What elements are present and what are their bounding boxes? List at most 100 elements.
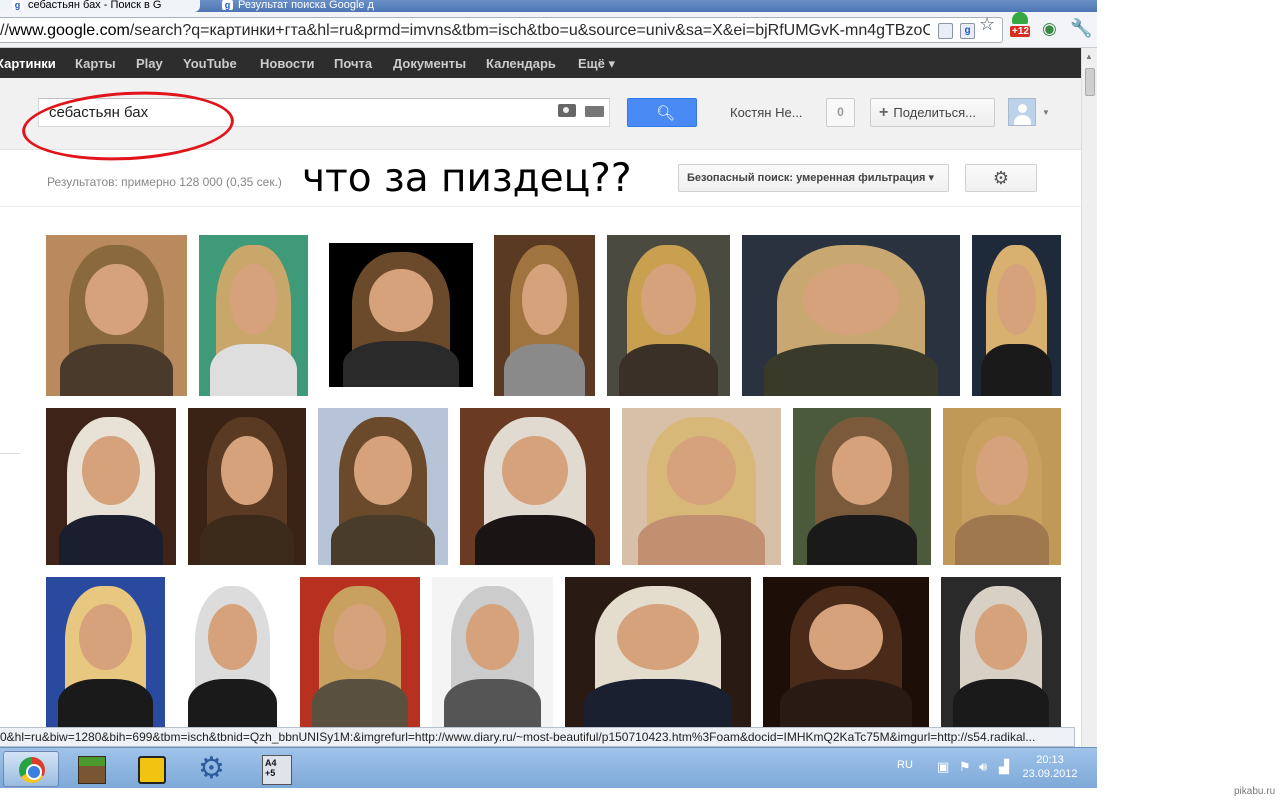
- image-thumbnail[interactable]: [46, 235, 187, 396]
- gbar-item-docs[interactable]: Документы: [393, 56, 466, 71]
- image-thumbnail[interactable]: [972, 235, 1061, 396]
- divider: [0, 453, 20, 454]
- system-tray: RU ▣ ⚑ 🔊︎ ▟ 20:13 23.09.2012: [857, 748, 1097, 789]
- thumbnail-face: [522, 263, 567, 335]
- page-action-icon[interactable]: [938, 23, 953, 39]
- google-extension-icon[interactable]: g: [960, 23, 975, 39]
- chrome-icon: [19, 757, 45, 783]
- tab-active[interactable]: g себастьян бах - Поиск в G: [0, 0, 200, 12]
- language-indicator[interactable]: RU: [897, 759, 913, 771]
- url-prefix: //: [0, 22, 9, 39]
- share-button[interactable]: + Поделиться...: [870, 98, 995, 127]
- thumbnail-body: [779, 679, 913, 727]
- image-thumbnail[interactable]: [793, 408, 931, 565]
- search-button[interactable]: 🔍︎: [627, 98, 697, 127]
- image-thumbnail[interactable]: [329, 243, 473, 387]
- gbar-item-news[interactable]: Новости: [260, 56, 315, 71]
- chevron-down-icon[interactable]: ▼: [1042, 108, 1050, 117]
- scrollbar-thumb[interactable]: [1085, 68, 1095, 96]
- tab-title: Результат поиска Google д: [238, 0, 374, 11]
- taskbar-settings-app[interactable]: ⚙: [186, 751, 242, 787]
- settings-button[interactable]: ⚙: [965, 164, 1037, 192]
- gbar-item-more[interactable]: Ещё ▾: [578, 56, 615, 72]
- url-path: /search?q=картинки+гта&hl=ru&prmd=imvns&…: [129, 22, 930, 39]
- taskbar-minecraft[interactable]: [64, 751, 120, 787]
- thumbnail-face: [641, 263, 696, 335]
- image-thumbnail[interactable]: [188, 408, 306, 565]
- image-thumbnail[interactable]: [763, 577, 929, 727]
- clock[interactable]: 20:13 23.09.2012: [1015, 753, 1085, 781]
- windows-taskbar: ⚙ A4 +5 RU ▣ ⚑ 🔊︎ ▟ 20:13 23.09.2012: [0, 747, 1097, 788]
- right-margin: [1097, 0, 1280, 800]
- eye-icon[interactable]: ◉: [1042, 19, 1057, 39]
- volume-icon[interactable]: 🔊︎: [979, 760, 993, 774]
- thumbnail-face: [354, 436, 412, 506]
- taskbar-document-app[interactable]: A4 +5: [248, 751, 304, 787]
- gbar-item-play[interactable]: Play: [136, 56, 163, 71]
- thumbnail-face: [809, 604, 883, 670]
- taskbar-app[interactable]: [124, 751, 180, 787]
- thumbnail-face: [85, 263, 148, 335]
- image-thumbnail[interactable]: [941, 577, 1061, 727]
- image-thumbnail[interactable]: [943, 408, 1061, 565]
- thumbnail-body: [806, 514, 918, 565]
- image-thumbnail[interactable]: [46, 408, 176, 565]
- thumbnail-body: [475, 514, 595, 565]
- camera-icon[interactable]: [558, 104, 576, 117]
- screen: g себастьян бах - Поиск в G g Результат …: [0, 0, 1280, 800]
- gbar-item-images[interactable]: Картинки: [0, 56, 56, 71]
- avatar[interactable]: [1008, 98, 1036, 126]
- magnifier-icon: 🔍︎: [656, 105, 676, 122]
- image-thumbnail[interactable]: [622, 408, 781, 565]
- safe-search-button[interactable]: Безопасный поиск: умеренная фильтрация ▾: [678, 164, 949, 192]
- clock-date: 23.09.2012: [1022, 768, 1078, 780]
- flag-icon[interactable]: ⚑: [959, 760, 973, 774]
- image-thumbnail[interactable]: [494, 235, 595, 396]
- thumbnail-face: [79, 604, 132, 670]
- thumbnail-face: [229, 263, 278, 335]
- address-bar[interactable]: //www.google.com/search?q=картинки+гта&h…: [0, 17, 1003, 43]
- gear-icon: ⚙: [992, 168, 1010, 188]
- user-name[interactable]: Костян Не...: [730, 105, 803, 120]
- status-bar-url: 0&hl=ru&biw=1280&bih=699&tbm=isch&tbnid=…: [0, 727, 1075, 747]
- url-text[interactable]: //www.google.com/search?q=картинки+гта&h…: [0, 22, 930, 40]
- tab-inactive[interactable]: g Результат поиска Google д: [210, 0, 390, 12]
- network-icon[interactable]: ▟: [999, 760, 1013, 774]
- thumbnail-face: [996, 263, 1037, 335]
- thumbnail-face: [502, 436, 568, 506]
- thumbnail-body: [209, 344, 298, 396]
- gbar-item-calendar[interactable]: Календарь: [486, 56, 556, 71]
- extension-badge[interactable]: +12: [1010, 12, 1030, 42]
- annotation-text: что за пиздец??: [302, 156, 632, 201]
- image-thumbnail[interactable]: [300, 577, 420, 727]
- thumbnail-face: [976, 436, 1028, 506]
- tab-title: себастьян бах - Поиск в G: [28, 0, 162, 11]
- thumbnail-face: [465, 604, 520, 670]
- notifications-button[interactable]: 0: [826, 98, 855, 127]
- thumbnail-face: [803, 263, 899, 335]
- image-thumbnail[interactable]: [607, 235, 730, 396]
- image-thumbnail[interactable]: [742, 235, 960, 396]
- minecraft-icon: [78, 756, 106, 784]
- device-icon[interactable]: ▣: [937, 760, 951, 774]
- google-favicon-icon: g: [222, 0, 233, 10]
- gbar-item-mail[interactable]: Почта: [334, 56, 372, 71]
- page-scrollbar[interactable]: ▲: [1081, 48, 1097, 747]
- url-host: www.google.com: [8, 22, 130, 39]
- keyboard-icon[interactable]: [585, 106, 604, 117]
- image-thumbnail[interactable]: [177, 577, 288, 727]
- wrench-icon[interactable]: 🔧: [1070, 18, 1092, 39]
- image-thumbnail[interactable]: [432, 577, 553, 727]
- image-thumbnail[interactable]: [199, 235, 308, 396]
- image-thumbnail[interactable]: [318, 408, 448, 565]
- image-thumbnail[interactable]: [565, 577, 751, 727]
- taskbar-chrome[interactable]: [3, 751, 59, 787]
- thumbnail-face: [974, 604, 1028, 670]
- scroll-up-arrow-icon[interactable]: ▲: [1085, 52, 1093, 61]
- gbar-item-maps[interactable]: Карты: [75, 56, 116, 71]
- image-thumbnail[interactable]: [46, 577, 165, 727]
- gbar-item-youtube[interactable]: YouTube: [183, 56, 237, 71]
- bookmark-star-icon[interactable]: ☆: [979, 14, 995, 35]
- image-thumbnail[interactable]: [460, 408, 610, 565]
- thumbnail-body: [199, 514, 295, 565]
